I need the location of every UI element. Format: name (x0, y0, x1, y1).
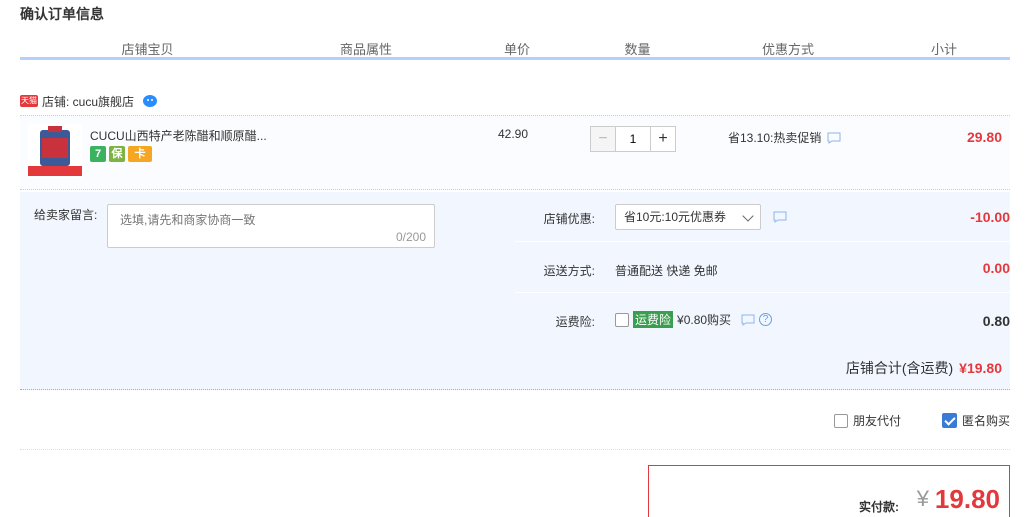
insurance-value: 0.80 (982, 313, 1010, 329)
insurance-row: 运费险: 运费险 ¥0.80购买 ? 0.80 (515, 294, 1010, 338)
friend-pay-option[interactable]: 朋友代付 (834, 412, 901, 429)
message-label: 给卖家留言: (34, 208, 98, 222)
payment-options: 朋友代付 匿名购买 (20, 410, 1010, 450)
page-title: 确认订单信息 (20, 6, 104, 22)
quantity-increase-button[interactable]: + (650, 126, 676, 152)
promotion-text: 省13.10:热卖促销 (728, 131, 822, 145)
seller-message-input[interactable] (108, 205, 434, 247)
shipping-method: 普通配送 快递 免邮 (615, 264, 718, 278)
anonymous-checkbox[interactable] (942, 413, 957, 428)
payment-summary: 实付款: ¥ 19.80 (648, 465, 1010, 517)
item-subtotal: 29.80 (966, 129, 1002, 145)
promotion-info: 省13.10:热卖促销 (728, 129, 841, 146)
insurance-option: 运费险 ¥0.80购买 ? (615, 311, 773, 328)
quantity-stepper: − + (590, 126, 676, 152)
tmall-icon: 天猫 (20, 95, 38, 107)
column-attributes: 商品属性 (275, 40, 457, 63)
comment-icon[interactable] (773, 211, 787, 223)
anonymous-label: 匿名购买 (962, 414, 1011, 428)
guarantee-icon: 保 (109, 146, 125, 162)
column-shop-item: 店铺宝贝 (20, 40, 275, 63)
message-box: 0/200 (107, 204, 435, 248)
service-badges: 7 保 卡 (90, 146, 152, 162)
order-options-panel: 给卖家留言: 0/200 店铺优惠: 省10元:10元优惠券 -10.00 运送… (20, 192, 1010, 390)
chevron-down-icon (742, 210, 754, 222)
shop-options: 店铺优惠: 省10元:10元优惠券 -10.00 运送方式: 普通配送 快递 免… (515, 192, 1010, 338)
shipping-fee: 0.00 (982, 260, 1010, 276)
friend-pay-label: 朋友代付 (853, 414, 902, 428)
coupon-select[interactable]: 省10元:10元优惠券 (615, 204, 761, 230)
payment-currency: ¥ (916, 486, 929, 511)
column-promotion: 优惠方式 (698, 40, 878, 63)
wangwang-chat-icon[interactable] (142, 94, 158, 108)
shipping-label: 运送方式: (543, 264, 595, 278)
quantity-decrease-button[interactable]: − (590, 126, 616, 152)
payment-label: 实付款: (859, 500, 899, 514)
payment-amount: 19.80 (934, 484, 1000, 514)
anonymous-option[interactable]: 匿名购买 (942, 412, 1010, 429)
insurance-price: ¥0.80购买 (677, 313, 732, 327)
shop-name-link[interactable]: 店铺: cucu旗舰店 (42, 93, 134, 110)
coupon-selected-value: 省10元:10元优惠券 (624, 210, 727, 224)
seven-day-return-icon: 7 (90, 146, 106, 162)
shipping-row: 运送方式: 普通配送 快递 免邮 0.00 (515, 243, 1010, 293)
column-header: 店铺宝贝 商品属性 单价 数量 优惠方式 小计 (20, 40, 1010, 63)
shop-total: 店铺合计(含运费) ¥19.80 (846, 358, 1002, 378)
friend-pay-checkbox[interactable] (834, 413, 848, 428)
column-subtotal: 小计 (878, 40, 1010, 63)
shop-discount-row: 店铺优惠: 省10元:10元优惠券 -10.00 (515, 192, 1010, 242)
quantity-input[interactable] (616, 126, 650, 152)
comment-icon[interactable] (827, 132, 841, 144)
shop-line: 天猫 店铺: cucu旗舰店 (20, 92, 158, 110)
shop-total-amount: ¥19.80 (959, 360, 1002, 376)
help-icon[interactable]: ? (759, 313, 773, 326)
column-quantity: 数量 (577, 40, 698, 63)
shop-total-label: 店铺合计(含运费) (845, 360, 954, 376)
shop-discount-value: -10.00 (970, 209, 1010, 225)
comment-icon[interactable] (741, 314, 755, 326)
order-item-row: CUCU山西特产老陈醋和顺原醋... 7 保 卡 42.90 − + 省13.1… (20, 115, 1010, 190)
product-image[interactable] (28, 124, 82, 178)
credit-card-icon: 卡 (128, 146, 152, 162)
insurance-label: 运费险: (555, 315, 595, 329)
insurance-tag: 运费险 (633, 311, 674, 328)
product-title-link[interactable]: CUCU山西特产老陈醋和顺原醋... (90, 127, 267, 144)
column-unit-price: 单价 (457, 40, 577, 63)
message-char-count: 0/200 (395, 230, 426, 244)
insurance-checkbox[interactable] (615, 312, 629, 327)
shop-discount-label: 店铺优惠: (543, 212, 595, 226)
unit-price: 42.90 (498, 127, 529, 141)
